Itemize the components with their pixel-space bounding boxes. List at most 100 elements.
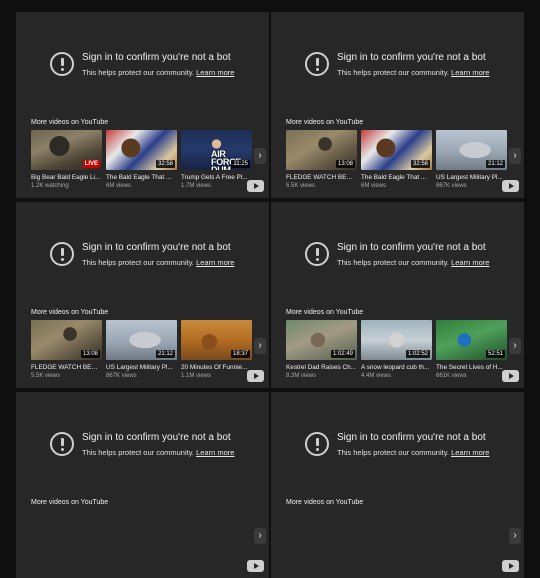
video-card[interactable]: AIR FORCE DUM 11:25 Trump Gets A Free Pl..…: [181, 130, 252, 189]
signin-subtitle-text: This helps protect our community.: [337, 68, 449, 77]
embed-panel: Sign in to confirm you're not a bot This…: [16, 12, 269, 198]
video-title[interactable]: FLEDGE WATCH BEGI...: [31, 364, 102, 371]
signin-title: Sign in to confirm you're not a bot: [337, 52, 486, 63]
video-meta: 8.3M views: [286, 373, 317, 379]
video-title[interactable]: 20 Minutes Of Funnie...: [181, 364, 252, 371]
alert-icon: [50, 242, 74, 266]
video-row: LIVE Big Bear Bald Eagle Li... 1.2K watchi…: [31, 130, 269, 190]
alert-icon: [305, 242, 329, 266]
video-thumbnail[interactable]: AIR FORCE DUM 11:25: [181, 130, 252, 170]
video-title[interactable]: The Secret Lives of H...: [436, 364, 507, 371]
signin-subtitle-text: This helps protect our community.: [82, 68, 194, 77]
learn-more-link[interactable]: Learn more: [451, 448, 489, 457]
alert-icon: [305, 432, 329, 456]
video-card[interactable]: 1:02:49 Kestrel Dad Raises Ch... 8.3M view…: [286, 320, 357, 379]
video-meta: 1.1M views: [181, 373, 212, 379]
video-thumbnail[interactable]: 13:08: [31, 320, 102, 360]
more-videos-label: More videos on YouTube: [286, 499, 364, 506]
duration-badge: 13:08: [335, 160, 355, 168]
video-card[interactable]: 21:12 US Largest Military Pl... 867K views: [106, 320, 177, 379]
learn-more-link[interactable]: Learn more: [451, 258, 489, 267]
video-meta: 6M views: [106, 183, 132, 189]
more-videos-label: More videos on YouTube: [286, 309, 364, 316]
video-card[interactable]: 32:58 The Bald Eagle That ... 6M views: [106, 130, 177, 189]
youtube-logo-icon[interactable]: [502, 180, 519, 192]
next-arrow-button[interactable]: ›: [509, 528, 521, 544]
signin-title: Sign in to confirm you're not a bot: [337, 432, 486, 443]
video-thumbnail[interactable]: 52:51: [436, 320, 507, 360]
video-thumbnail[interactable]: 21:12: [436, 130, 507, 170]
youtube-logo-icon[interactable]: [247, 370, 264, 382]
signin-title: Sign in to confirm you're not a bot: [82, 242, 231, 253]
video-card[interactable]: LIVE Big Bear Bald Eagle Li... 1.2K watchi…: [31, 130, 102, 189]
video-meta: 5.5K views: [286, 183, 316, 189]
duration-badge: 1:02:52: [405, 350, 430, 358]
video-row: 13:08 FLEDGE WATCH BEGI... 5.5K views 21:12…: [31, 320, 269, 380]
signin-title: Sign in to confirm you're not a bot: [337, 242, 486, 253]
signin-title: Sign in to confirm you're not a bot: [82, 52, 231, 63]
video-card[interactable]: 52:51 The Secret Lives of H... 661K views: [436, 320, 507, 379]
video-title[interactable]: A snow leopard cub th...: [361, 364, 432, 371]
video-thumbnail[interactable]: 18:37: [181, 320, 252, 360]
video-thumbnail[interactable]: 32:58: [106, 130, 177, 170]
video-card[interactable]: 21:12 US Largest Military Pl... 867K views: [436, 130, 507, 189]
next-arrow-button[interactable]: ›: [509, 148, 521, 164]
video-meta: 1.2K watching: [31, 183, 69, 189]
video-thumbnail[interactable]: 32:58: [361, 130, 432, 170]
signin-subtitle-text: This helps protect our community.: [82, 258, 194, 267]
video-title[interactable]: The Bald Eagle That ...: [361, 174, 432, 181]
duration-badge: 21:12: [155, 350, 175, 358]
video-thumbnail[interactable]: 1:02:52: [361, 320, 432, 360]
embed-panel: Sign in to confirm you're not a bot This…: [271, 392, 524, 578]
video-title[interactable]: US Largest Military Pl...: [106, 364, 177, 371]
more-videos-label: More videos on YouTube: [31, 119, 109, 126]
video-title[interactable]: Big Bear Bald Eagle Li...: [31, 174, 102, 181]
video-meta: 661K views: [436, 373, 467, 379]
video-title[interactable]: Kestrel Dad Raises Ch...: [286, 364, 357, 371]
embed-panel: Sign in to confirm you're not a bot This…: [271, 12, 524, 198]
video-meta: 6M views: [361, 183, 387, 189]
learn-more-link[interactable]: Learn more: [451, 68, 489, 77]
learn-more-link[interactable]: Learn more: [196, 448, 234, 457]
video-thumbnail[interactable]: 1:02:49: [286, 320, 357, 360]
video-row: [286, 510, 524, 570]
video-thumbnail[interactable]: 21:12: [106, 320, 177, 360]
video-card[interactable]: 13:08 FLEDGE WATCH BEGI... 5.5K views: [31, 320, 102, 379]
video-card[interactable]: 13:08 FLEDGE WATCH BEGI... 5.5K views: [286, 130, 357, 189]
signin-title: Sign in to confirm you're not a bot: [82, 432, 231, 443]
youtube-logo-icon[interactable]: [247, 180, 264, 192]
signin-subtitle: This helps protect our community. Learn …: [82, 68, 234, 77]
video-title[interactable]: FLEDGE WATCH BEGI...: [286, 174, 357, 181]
duration-badge: 52:51: [485, 350, 505, 358]
embed-panel: Sign in to confirm you're not a bot This…: [16, 202, 269, 388]
duration-badge: 13:08: [80, 350, 100, 358]
video-title[interactable]: Trump Gets A Free Pl...: [181, 174, 252, 181]
youtube-logo-icon[interactable]: [502, 560, 519, 572]
video-meta: 1.7M views: [181, 183, 212, 189]
youtube-logo-icon[interactable]: [502, 370, 519, 382]
learn-more-link[interactable]: Learn more: [196, 258, 234, 267]
video-card[interactable]: 1:02:52 A snow leopard cub th... 4.4M view…: [361, 320, 432, 379]
learn-more-link[interactable]: Learn more: [196, 68, 234, 77]
duration-badge: 32:58: [410, 160, 430, 168]
video-row: [31, 510, 269, 570]
signin-subtitle: This helps protect our community. Learn …: [337, 448, 489, 457]
more-videos-label: More videos on YouTube: [31, 499, 109, 506]
video-title[interactable]: US Largest Military Pl...: [436, 174, 507, 181]
video-thumbnail[interactable]: 13:08: [286, 130, 357, 170]
video-thumbnail[interactable]: LIVE: [31, 130, 102, 170]
youtube-logo-icon[interactable]: [247, 560, 264, 572]
video-meta: 867K views: [106, 373, 137, 379]
next-arrow-button[interactable]: ›: [254, 528, 266, 544]
video-card[interactable]: 18:37 20 Minutes Of Funnie... 1.1M views: [181, 320, 252, 379]
signin-subtitle: This helps protect our community. Learn …: [337, 68, 489, 77]
signin-subtitle-text: This helps protect our community.: [337, 258, 449, 267]
signin-subtitle-text: This helps protect our community.: [337, 448, 449, 457]
alert-icon: [305, 52, 329, 76]
video-card[interactable]: 32:58 The Bald Eagle That ... 6M views: [361, 130, 432, 189]
next-arrow-button[interactable]: ›: [509, 338, 521, 354]
next-arrow-button[interactable]: ›: [254, 338, 266, 354]
next-arrow-button[interactable]: ›: [254, 148, 266, 164]
video-title[interactable]: The Bald Eagle That ...: [106, 174, 177, 181]
signin-subtitle: This helps protect our community. Learn …: [337, 258, 489, 267]
